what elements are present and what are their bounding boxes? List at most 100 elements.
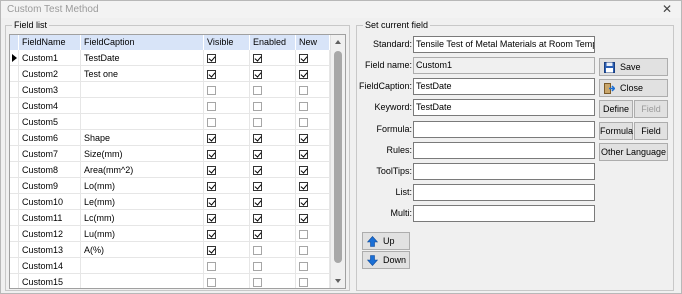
- field-caption-cell[interactable]: Area(mm^2): [81, 162, 204, 178]
- close-window-icon[interactable]: ✕: [662, 2, 672, 16]
- new-checkbox[interactable]: [299, 118, 308, 127]
- table-row[interactable]: Custom8 Area(mm^2): [10, 162, 330, 178]
- table-row[interactable]: Custom9 Lo(mm): [10, 178, 330, 194]
- new-checkbox[interactable]: [299, 246, 308, 255]
- multi-field[interactable]: [413, 205, 595, 222]
- table-row[interactable]: Custom12 Lu(mm): [10, 226, 330, 242]
- field-name-cell[interactable]: Custom1: [19, 50, 81, 66]
- enabled-checkbox[interactable]: [253, 230, 262, 239]
- new-checkbox[interactable]: [299, 86, 308, 95]
- table-row[interactable]: Custom4: [10, 98, 330, 114]
- new-checkbox[interactable]: [299, 70, 308, 79]
- new-checkbox[interactable]: [299, 150, 308, 159]
- field-button-disabled[interactable]: Field: [634, 100, 668, 118]
- vertical-scrollbar[interactable]: [330, 35, 345, 288]
- field-caption-cell[interactable]: [81, 258, 204, 274]
- field-caption-cell[interactable]: Lo(mm): [81, 178, 204, 194]
- table-row[interactable]: Custom1 TestDate: [10, 50, 330, 66]
- scroll-up-icon[interactable]: [335, 40, 341, 44]
- row-indicator[interactable]: [10, 66, 19, 82]
- field-caption-cell[interactable]: Le(mm): [81, 194, 204, 210]
- table-row[interactable]: Custom14: [10, 258, 330, 274]
- field-name-cell[interactable]: Custom11: [19, 210, 81, 226]
- field-name-cell[interactable]: Custom15: [19, 274, 81, 288]
- new-checkbox[interactable]: [299, 198, 308, 207]
- table-row[interactable]: Custom7 Size(mm): [10, 146, 330, 162]
- row-indicator[interactable]: [10, 274, 19, 288]
- enabled-checkbox[interactable]: [253, 182, 262, 191]
- row-indicator[interactable]: [10, 194, 19, 210]
- row-indicator[interactable]: [10, 50, 19, 66]
- field-name-cell[interactable]: Custom12: [19, 226, 81, 242]
- column-header-fieldcaption[interactable]: FieldCaption: [81, 35, 204, 50]
- field-caption-cell[interactable]: Test one: [81, 66, 204, 82]
- new-checkbox[interactable]: [299, 262, 308, 271]
- visible-checkbox[interactable]: [207, 86, 216, 95]
- field-name-cell[interactable]: Custom4: [19, 98, 81, 114]
- enabled-checkbox[interactable]: [253, 278, 262, 287]
- tooltips-field[interactable]: [413, 163, 595, 180]
- visible-checkbox[interactable]: [207, 118, 216, 127]
- table-row[interactable]: Custom2 Test one: [10, 66, 330, 82]
- row-indicator[interactable]: [10, 178, 19, 194]
- formula-field[interactable]: [413, 121, 595, 138]
- field-caption-cell[interactable]: Size(mm): [81, 146, 204, 162]
- list-field[interactable]: [413, 184, 595, 201]
- field-button[interactable]: Field: [634, 122, 668, 140]
- field-caption-cell[interactable]: [81, 274, 204, 288]
- scroll-down-icon[interactable]: [335, 279, 341, 283]
- row-indicator[interactable]: [10, 146, 19, 162]
- define-button[interactable]: Define: [599, 100, 633, 118]
- field-caption-cell[interactable]: Shape: [81, 130, 204, 146]
- field-name-cell[interactable]: Custom13: [19, 242, 81, 258]
- enabled-checkbox[interactable]: [253, 262, 262, 271]
- field-caption-cell[interactable]: [81, 114, 204, 130]
- field-caption-cell[interactable]: TestDate: [81, 50, 204, 66]
- table-row[interactable]: Custom13 A(%): [10, 242, 330, 258]
- new-checkbox[interactable]: [299, 182, 308, 191]
- other-language-button[interactable]: Other Language: [599, 143, 668, 161]
- enabled-checkbox[interactable]: [253, 198, 262, 207]
- new-checkbox[interactable]: [299, 102, 308, 111]
- visible-checkbox[interactable]: [207, 134, 216, 143]
- field-caption-field[interactable]: TestDate: [413, 78, 595, 95]
- row-indicator[interactable]: [10, 258, 19, 274]
- enabled-checkbox[interactable]: [253, 102, 262, 111]
- visible-checkbox[interactable]: [207, 70, 216, 79]
- field-name-cell[interactable]: Custom10: [19, 194, 81, 210]
- close-button[interactable]: Close: [599, 79, 668, 97]
- standard-field[interactable]: Tensile Test of Metal Materials at Room …: [413, 36, 595, 53]
- visible-checkbox[interactable]: [207, 246, 216, 255]
- enabled-checkbox[interactable]: [253, 118, 262, 127]
- table-row[interactable]: Custom3: [10, 82, 330, 98]
- new-checkbox[interactable]: [299, 166, 308, 175]
- column-header-new[interactable]: New: [296, 35, 330, 50]
- field-caption-cell[interactable]: A(%): [81, 242, 204, 258]
- row-indicator[interactable]: [10, 82, 19, 98]
- field-name-cell[interactable]: Custom6: [19, 130, 81, 146]
- table-row[interactable]: Custom11 Lc(mm): [10, 210, 330, 226]
- visible-checkbox[interactable]: [207, 278, 216, 287]
- row-indicator[interactable]: [10, 98, 19, 114]
- row-indicator[interactable]: [10, 210, 19, 226]
- visible-checkbox[interactable]: [207, 182, 216, 191]
- field-name-cell[interactable]: Custom3: [19, 82, 81, 98]
- row-indicator[interactable]: [10, 242, 19, 258]
- enabled-checkbox[interactable]: [253, 86, 262, 95]
- formula-button[interactable]: Formula: [599, 122, 633, 140]
- visible-checkbox[interactable]: [207, 166, 216, 175]
- visible-checkbox[interactable]: [207, 198, 216, 207]
- down-button[interactable]: Down: [362, 251, 410, 269]
- rules-field[interactable]: [413, 142, 595, 159]
- visible-checkbox[interactable]: [207, 150, 216, 159]
- scrollbar-thumb[interactable]: [334, 51, 342, 263]
- new-checkbox[interactable]: [299, 214, 308, 223]
- keyword-field[interactable]: TestDate: [413, 99, 595, 116]
- field-grid[interactable]: FieldName FieldCaption Visible Enabled N…: [9, 34, 346, 289]
- enabled-checkbox[interactable]: [253, 54, 262, 63]
- row-indicator[interactable]: [10, 114, 19, 130]
- enabled-checkbox[interactable]: [253, 214, 262, 223]
- field-name-cell[interactable]: Custom7: [19, 146, 81, 162]
- field-name-cell[interactable]: Custom2: [19, 66, 81, 82]
- table-row[interactable]: Custom15: [10, 274, 330, 288]
